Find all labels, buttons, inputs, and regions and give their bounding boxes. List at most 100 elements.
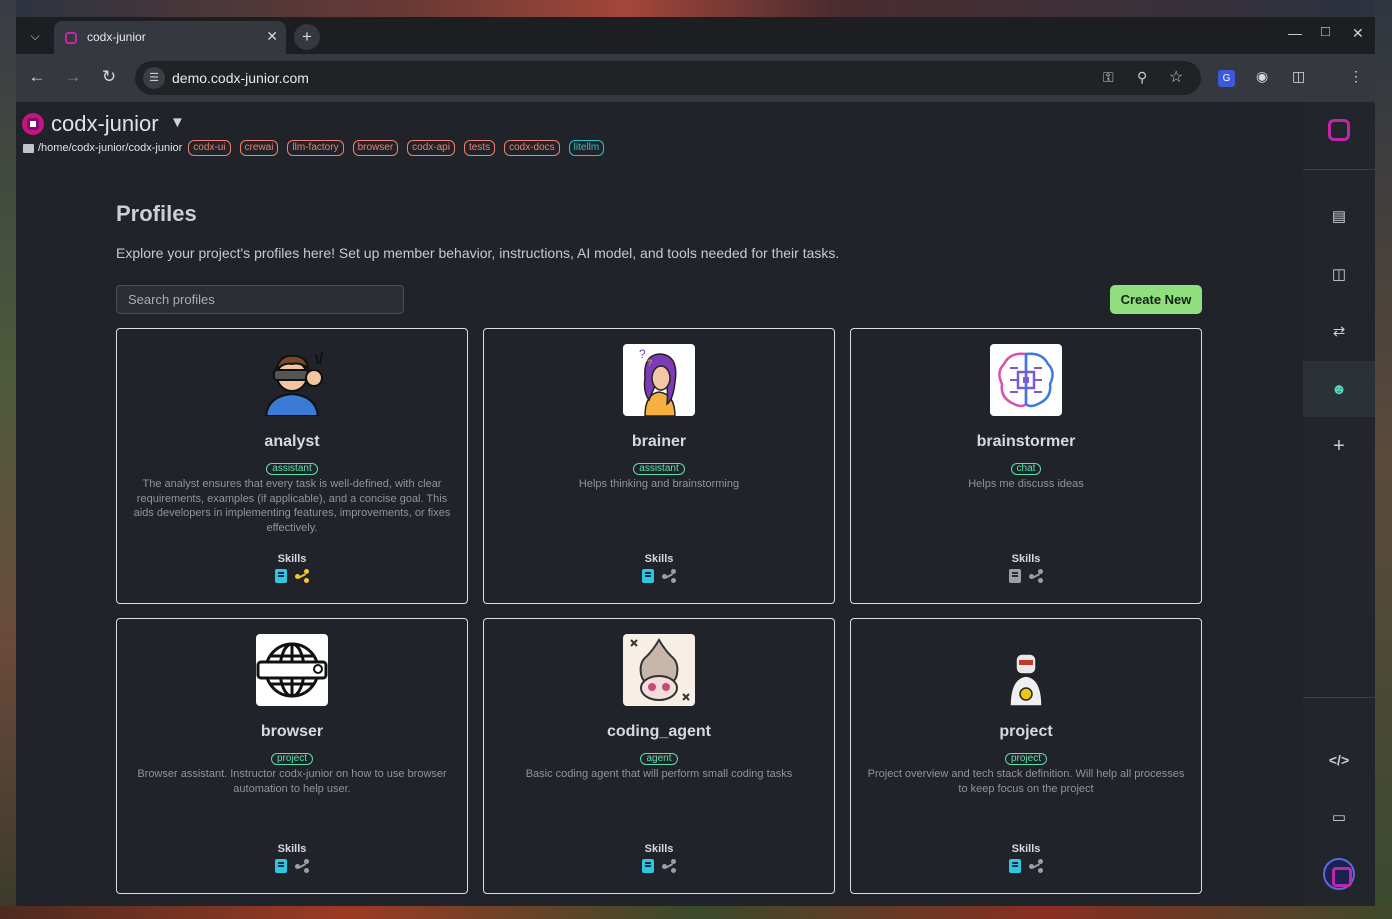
right-sidebar: ▤ ◫ ⇄ ☻ + </> ▭: [1303, 102, 1375, 906]
profile-name: project: [999, 723, 1053, 740]
profile-description: Helps thinking and brainstorming: [578, 478, 740, 490]
subproject-chip[interactable]: codx-api: [407, 140, 455, 156]
forward-icon[interactable]: →: [62, 67, 84, 87]
profile-description: Basic coding agent that will perform sma…: [525, 768, 793, 780]
tab-search-chevron-icon[interactable]: ⌵: [24, 25, 46, 47]
browser-window: ⌵ codx-junior ✕ + — □ ✕ ← → ↻ ☰ demo.cod…: [16, 17, 1375, 906]
desktop-wallpaper-left: [0, 0, 16, 919]
subproject-chip[interactable]: crewai: [239, 140, 279, 156]
tab-strip: ⌵ codx-junior ✕ + — □ ✕: [16, 17, 1375, 54]
knowledge-book-icon[interactable]: [642, 859, 654, 873]
subproject-chip[interactable]: browser: [352, 140, 399, 156]
skills-icons: [117, 859, 467, 873]
knowledge-book-icon[interactable]: [642, 569, 654, 583]
tab-close-icon[interactable]: ✕: [266, 28, 278, 45]
share-icon[interactable]: [295, 569, 309, 583]
page-content: codx-junior ▼ /home/codx-junior/codx-jun…: [16, 102, 1375, 906]
analyst-avatar: [256, 344, 328, 416]
profile-card-analyst[interactable]: analyst assistant The analyst ensures th…: [116, 328, 468, 604]
password-extension-icon[interactable]: ◉: [1256, 68, 1268, 85]
folder-icon: [23, 143, 34, 153]
extensions-puzzle-icon[interactable]: ◫: [1292, 68, 1305, 85]
reload-icon[interactable]: ↻: [98, 67, 120, 87]
profile-card-brainer[interactable]: ? ? brainer assistant Helps thinking and…: [483, 328, 835, 604]
share-icon[interactable]: [662, 859, 676, 873]
profile-name: brainstormer: [976, 433, 1076, 450]
browser-toolbar: ← → ↻ ☰ demo.codx-junior.com ⚿ ⚲ ☆ G ◉ ◫…: [16, 54, 1375, 102]
share-icon[interactable]: [1029, 859, 1043, 873]
subproject-chip[interactable]: tests: [463, 140, 496, 156]
skills-label: Skills: [1011, 553, 1041, 565]
translate-extension-icon[interactable]: G: [1218, 70, 1235, 87]
profile-type-badge: chat: [1010, 463, 1042, 475]
knowledge-book-icon[interactable]: [275, 569, 287, 583]
site-info-icon[interactable]: ☰: [143, 67, 165, 89]
favicon-icon: [65, 32, 77, 44]
profile-description: Browser assistant. Instructor codx-junio…: [137, 768, 447, 795]
desktop-wallpaper-right: [1374, 0, 1392, 919]
profile-card-browser[interactable]: browser project Browser assistant. Instr…: [116, 618, 468, 894]
skills-label: Skills: [277, 553, 307, 565]
project-path: /home/codx-junior/codx-junior: [38, 142, 183, 154]
sidebar-logo-icon[interactable]: [1303, 102, 1375, 158]
share-icon[interactable]: [662, 569, 676, 583]
subproject-chip[interactable]: codx-docs: [504, 140, 560, 156]
share-icon[interactable]: [1029, 569, 1043, 583]
profile-card-coding-agent[interactable]: coding_agent agent Basic coding agent th…: [483, 618, 835, 894]
maximize-icon[interactable]: □: [1321, 23, 1330, 40]
book-plus-icon[interactable]: ▤: [1303, 188, 1375, 244]
tab-codx-junior[interactable]: codx-junior ✕: [54, 21, 286, 54]
plus-icon[interactable]: +: [1303, 418, 1375, 474]
profile-type-badge: agent: [640, 753, 678, 765]
profile-name: analyst: [264, 433, 320, 450]
git-compare-icon[interactable]: ⇄: [1303, 303, 1375, 359]
knowledge-book-icon[interactable]: [1009, 859, 1021, 873]
project-title[interactable]: codx-junior: [51, 111, 159, 137]
code-icon[interactable]: </>: [1303, 732, 1375, 788]
svg-text:?: ?: [647, 358, 652, 368]
zoom-icon[interactable]: ⚲: [1137, 69, 1147, 86]
logo-round-icon[interactable]: [1303, 846, 1375, 902]
brainer-avatar: ? ?: [623, 344, 695, 416]
skills-label: Skills: [1011, 843, 1041, 855]
skills-icons: [851, 569, 1201, 583]
page-subtitle: Explore your project's profiles here! Se…: [116, 245, 840, 261]
close-window-icon[interactable]: ✕: [1352, 25, 1364, 42]
monitor-icon[interactable]: ▭: [1303, 789, 1375, 845]
profile-description: Helps me discuss ideas: [968, 478, 1084, 490]
profile-name: brainer: [631, 433, 687, 450]
subproject-chip[interactable]: llm-factory: [287, 140, 344, 156]
kanban-icon[interactable]: ◫: [1303, 246, 1375, 302]
knowledge-book-icon[interactable]: [1009, 569, 1021, 583]
profile-description: The analyst ensures that every task is w…: [133, 478, 451, 534]
subproject-chip[interactable]: codx-ui: [188, 140, 231, 156]
new-tab-button[interactable]: +: [294, 24, 320, 50]
brainstormer-avatar: [990, 344, 1062, 416]
skills-icons: [484, 569, 834, 583]
project-dropdown-caret-icon[interactable]: ▼: [170, 114, 185, 131]
create-new-button[interactable]: Create New: [1110, 285, 1202, 314]
minimize-icon[interactable]: —: [1288, 25, 1302, 41]
skills-icons: [851, 859, 1201, 873]
back-icon[interactable]: ←: [26, 67, 48, 87]
svg-text:?: ?: [639, 347, 646, 361]
address-bar[interactable]: ☰ demo.codx-junior.com ⚿ ⚲ ☆: [135, 61, 1201, 95]
project-path-row: /home/codx-junior/codx-junior codx-ui cr…: [23, 140, 613, 156]
users-icon[interactable]: ☻: [1303, 361, 1375, 417]
subproject-chip[interactable]: litellm: [568, 140, 605, 156]
menu-kebab-icon[interactable]: ⋮: [1349, 68, 1363, 85]
profile-type-badge: assistant: [266, 463, 318, 475]
profile-type-badge: project: [1004, 753, 1047, 765]
codx-logo-icon[interactable]: [22, 113, 44, 135]
bookmark-star-icon[interactable]: ☆: [1169, 67, 1183, 87]
profile-card-project[interactable]: project project Project overview and tec…: [850, 618, 1202, 894]
profile-type-badge: assistant: [633, 463, 685, 475]
key-icon[interactable]: ⚿: [1103, 69, 1114, 86]
url-text[interactable]: demo.codx-junior.com: [172, 70, 309, 86]
search-profiles-input[interactable]: [116, 285, 404, 314]
knowledge-book-icon[interactable]: [275, 859, 287, 873]
tab-title: codx-junior: [87, 30, 146, 44]
profile-card-brainstormer[interactable]: brainstormer chat Helps me discuss ideas…: [850, 328, 1202, 604]
share-icon[interactable]: [295, 859, 309, 873]
profile-type-badge: project: [270, 753, 313, 765]
